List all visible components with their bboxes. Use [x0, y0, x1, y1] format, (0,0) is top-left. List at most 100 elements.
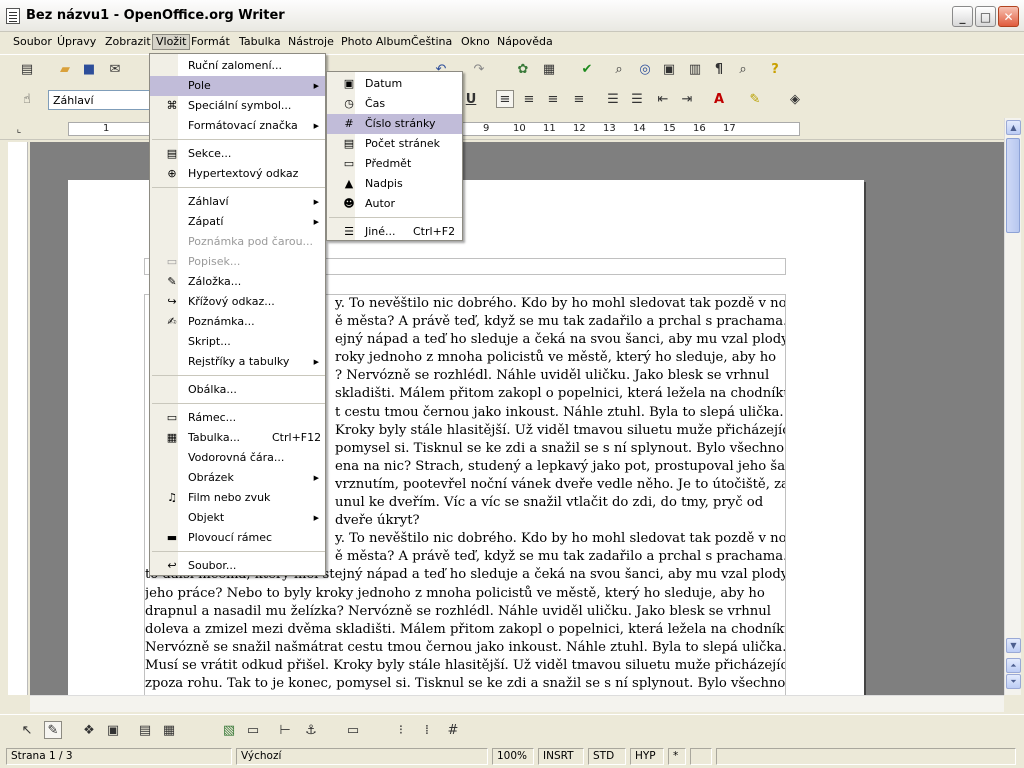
menu-item[interactable]: # Číslo stránky: [327, 114, 462, 134]
menu-item[interactable]: ▤ Sekce...: [150, 144, 325, 164]
menu-item[interactable]: Zápatí ▶: [150, 212, 325, 232]
close-button[interactable]: ✕: [998, 6, 1019, 27]
datasource-icon[interactable]: ▥: [686, 60, 704, 78]
send-back-icon[interactable]: ▣: [104, 721, 122, 739]
menu-item[interactable]: Pole ▶: [150, 76, 325, 96]
anchor-paragraph-icon[interactable]: ▭: [244, 721, 262, 739]
styles-icon[interactable]: ☝: [18, 90, 36, 108]
menu-item[interactable]: ☰ Jiné... Ctrl+F2: [327, 222, 462, 242]
insert-mode[interactable]: INSRT: [538, 748, 584, 765]
menu-item[interactable]: ▭ Rámec...: [150, 408, 325, 428]
menu-item[interactable]: Objekt ▶: [150, 508, 325, 528]
form-design-icon[interactable]: ▤: [136, 721, 154, 739]
numbering-icon[interactable]: ☰: [604, 90, 622, 108]
insert-table-icon[interactable]: ▦: [540, 60, 558, 78]
menu-item[interactable]: ▦ Tabulka... Ctrl+F12: [150, 428, 325, 448]
menu-formát[interactable]: Formát: [188, 35, 233, 51]
menu-nápověda[interactable]: Nápověda: [494, 35, 556, 51]
zoom-icon[interactable]: ⌕: [734, 60, 752, 78]
page-style[interactable]: Výchozí: [236, 748, 488, 765]
menu-item[interactable]: ▲ Nadpis: [327, 174, 462, 194]
menu-item[interactable]: ▭ Předmět: [327, 154, 462, 174]
save-icon[interactable]: ■: [80, 60, 98, 78]
align-objects-icon[interactable]: ⊢: [276, 721, 294, 739]
menu-item[interactable]: ☻ Autor: [327, 194, 462, 214]
paragraph-style-box[interactable]: Záhlaví: [48, 90, 152, 110]
formatting-marks-icon[interactable]: ¶: [710, 60, 728, 78]
menu-soubor[interactable]: Soubor: [10, 35, 55, 51]
background-color-icon[interactable]: ◈: [786, 90, 804, 108]
navigator-icon[interactable]: ✿: [514, 60, 532, 78]
vertical-scroll-thumb[interactable]: [1006, 138, 1020, 233]
hyperlink-mode[interactable]: HYP: [630, 748, 664, 765]
justify-icon[interactable]: ≡: [570, 90, 588, 108]
menu-item[interactable]: ↩ Soubor...: [150, 556, 325, 576]
menu-item[interactable]: Záhlaví ▶: [150, 192, 325, 212]
menu-item[interactable]: ⌘ Speciální symbol...: [150, 96, 325, 116]
menu-item[interactable]: ▬ Plovoucí rámec: [150, 528, 325, 548]
menu-zobrazit[interactable]: Zobrazit: [102, 35, 154, 51]
underline-icon[interactable]: U: [462, 90, 480, 108]
next-page-icon[interactable]: ⏷: [1006, 674, 1021, 689]
text-line[interactable]: zpoza rohu. Tak to je konec, pomysel si.…: [145, 675, 785, 693]
previous-page-icon[interactable]: ⏶: [1006, 658, 1021, 673]
find-icon[interactable]: ⌕: [610, 60, 628, 78]
align-right-icon[interactable]: ≡: [544, 90, 562, 108]
menu-nástroje[interactable]: Nástroje: [285, 35, 337, 51]
increase-indent-icon[interactable]: ⇥: [678, 90, 696, 108]
tab-stop-icon[interactable]: ⌞: [10, 120, 28, 138]
new-document-icon[interactable]: ▤: [18, 60, 36, 78]
menu-item[interactable]: ▤ Počet stránek: [327, 134, 462, 154]
align-center-icon[interactable]: ≡: [520, 90, 538, 108]
spellcheck-icon[interactable]: ✔: [578, 60, 596, 78]
zoom-level[interactable]: 100%: [492, 748, 534, 765]
maximize-button[interactable]: □: [975, 6, 996, 27]
menu-item[interactable]: ⊕ Hypertextový odkaz: [150, 164, 325, 184]
menu-item[interactable]: Ruční zalomení...: [150, 56, 325, 76]
highlighting-icon[interactable]: ✎: [746, 90, 764, 108]
text-line[interactable]: jeho práce? Nebo to byly kroky jednoho z…: [145, 585, 785, 603]
text-line[interactable]: doleva a zmizel mezi dvěma skladišti. Má…: [145, 621, 785, 639]
menu-item[interactable]: Formátovací značka ▶: [150, 116, 325, 136]
horizontal-scrollbar[interactable]: [30, 695, 1004, 712]
menu-item[interactable]: ✎ Záložka...: [150, 272, 325, 292]
menu-item[interactable]: ♫ Film nebo zvuk: [150, 488, 325, 508]
menu-vložit[interactable]: Vložit: [152, 34, 191, 50]
text-line[interactable]: Nervózně se snažil našmátrat cestu tmou …: [145, 639, 785, 657]
menu-item[interactable]: ↪ Křížový odkaz...: [150, 292, 325, 312]
menu-item[interactable]: Vodorovná čára...: [150, 448, 325, 468]
menu-čeština[interactable]: Čeština: [408, 35, 455, 51]
modified-indicator[interactable]: *: [668, 748, 686, 765]
grid-icon[interactable]: ▦: [160, 721, 178, 739]
compass-icon[interactable]: ◎: [636, 60, 654, 78]
page-indicator[interactable]: Strana 1 / 3: [6, 748, 232, 765]
scroll-down-icon[interactable]: ▼: [1006, 638, 1021, 653]
menu-item[interactable]: Rejstříky a tabulky ▶: [150, 352, 325, 372]
menu-tabulka[interactable]: Tabulka: [236, 35, 284, 51]
vertical-scrollbar[interactable]: ▲ ▼ ⏶ ⏷: [1004, 118, 1021, 695]
menu-item[interactable]: Obálka...: [150, 380, 325, 400]
signature-field[interactable]: [690, 748, 712, 765]
menu-okno[interactable]: Okno: [458, 35, 493, 51]
bring-front-icon[interactable]: ❖: [80, 721, 98, 739]
menu-item[interactable]: ◷ Čas: [327, 94, 462, 114]
guides-icon[interactable]: #: [444, 721, 462, 739]
menu-úpravy[interactable]: Úpravy: [54, 35, 99, 51]
menu-item[interactable]: ✍ Poznámka...: [150, 312, 325, 332]
text-line[interactable]: Musí se vrátit odkud přišel. Kroky byly …: [145, 657, 785, 675]
help-icon[interactable]: ?: [766, 60, 784, 78]
snap-grid-icon[interactable]: ⁝: [392, 721, 410, 739]
gallery-icon[interactable]: ▣: [660, 60, 678, 78]
bullets-icon[interactable]: ☰: [628, 90, 646, 108]
align-left-icon[interactable]: ≡: [496, 90, 514, 108]
menu-item[interactable]: Obrázek ▶: [150, 468, 325, 488]
redo-icon[interactable]: ↷: [470, 60, 488, 78]
text-line[interactable]: drapnul a nasadil mu želízka? Nervózně s…: [145, 603, 785, 621]
decrease-indent-icon[interactable]: ⇤: [654, 90, 672, 108]
open-folder-icon[interactable]: ▰: [56, 60, 74, 78]
email-icon[interactable]: ✉: [106, 60, 124, 78]
anchor-icon[interactable]: ⚓: [302, 721, 320, 739]
menu-item[interactable]: Skript...: [150, 332, 325, 352]
anchor-page-icon[interactable]: ▧: [220, 721, 238, 739]
wrap-icon[interactable]: ▭: [344, 721, 362, 739]
